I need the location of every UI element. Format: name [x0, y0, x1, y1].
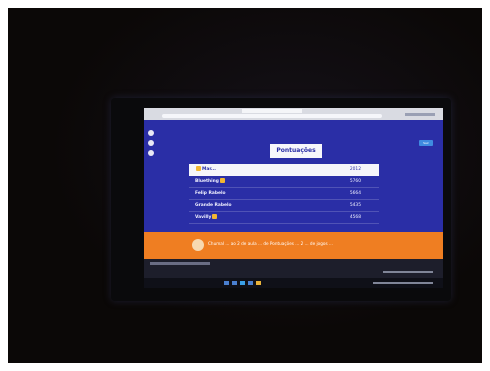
player-name: Grande Rabelo	[195, 203, 232, 208]
user-icon[interactable]	[148, 130, 154, 136]
browser-tab[interactable]	[242, 109, 302, 113]
notification-banner: Chumal ... ao 2 de aula ... de Pontuaçõe…	[144, 232, 443, 259]
notification-strip	[383, 271, 433, 273]
address-bar[interactable]	[162, 114, 382, 118]
avatar	[192, 239, 204, 251]
taskbar	[144, 278, 443, 288]
footer-strip	[150, 262, 210, 265]
home-icon[interactable]	[148, 150, 154, 156]
player-name: Mar...	[195, 164, 216, 175]
taskbar-app-icon[interactable]	[240, 281, 245, 285]
banner-text: Chumal ... ao 2 de aula ... de Pontuaçõe…	[208, 241, 333, 246]
table-row[interactable]: Mar... 2012	[189, 164, 379, 176]
player-score: 5435	[349, 203, 361, 208]
taskbar-app-icon[interactable]	[256, 281, 261, 285]
player-score: 2012	[349, 167, 361, 172]
emoji-icon	[219, 178, 225, 183]
player-name: Vavilly	[195, 212, 218, 223]
photo: Sair Pontuações Mar... 2012 Bluething 57…	[8, 8, 482, 363]
player-score: 5760	[349, 179, 361, 184]
browser-toolbar	[144, 108, 443, 120]
taskbar-app-icon[interactable]	[248, 281, 253, 285]
player-name: Felip Rabelo	[195, 191, 226, 196]
player-name: Bluething	[195, 176, 226, 187]
table-row[interactable]: Grande Rabelo 5435	[189, 200, 379, 212]
table-row[interactable]: Bluething 5760	[189, 176, 379, 188]
table-row[interactable]: Vavilly 4568	[189, 212, 379, 224]
system-tray[interactable]	[373, 282, 433, 284]
laptop-screen: Sair Pontuações Mar... 2012 Bluething 57…	[144, 108, 443, 288]
page-title: Pontuações	[270, 144, 322, 158]
top-right-button[interactable]: Sair	[419, 140, 433, 146]
leaderboard-table: Mar... 2012 Bluething 5760 Felip Rabelo …	[189, 164, 379, 224]
emoji-icon	[196, 166, 201, 171]
player-score: 4568	[349, 215, 361, 220]
browser-menu-icon[interactable]	[405, 113, 435, 116]
emoji-icon	[212, 214, 218, 219]
page-footer	[144, 259, 443, 288]
settings-icon[interactable]	[148, 140, 154, 146]
taskbar-app-icon[interactable]	[224, 281, 229, 285]
taskbar-app-icon[interactable]	[232, 281, 237, 285]
table-row[interactable]: Felip Rabelo 5664	[189, 188, 379, 200]
player-score: 5664	[349, 191, 361, 196]
